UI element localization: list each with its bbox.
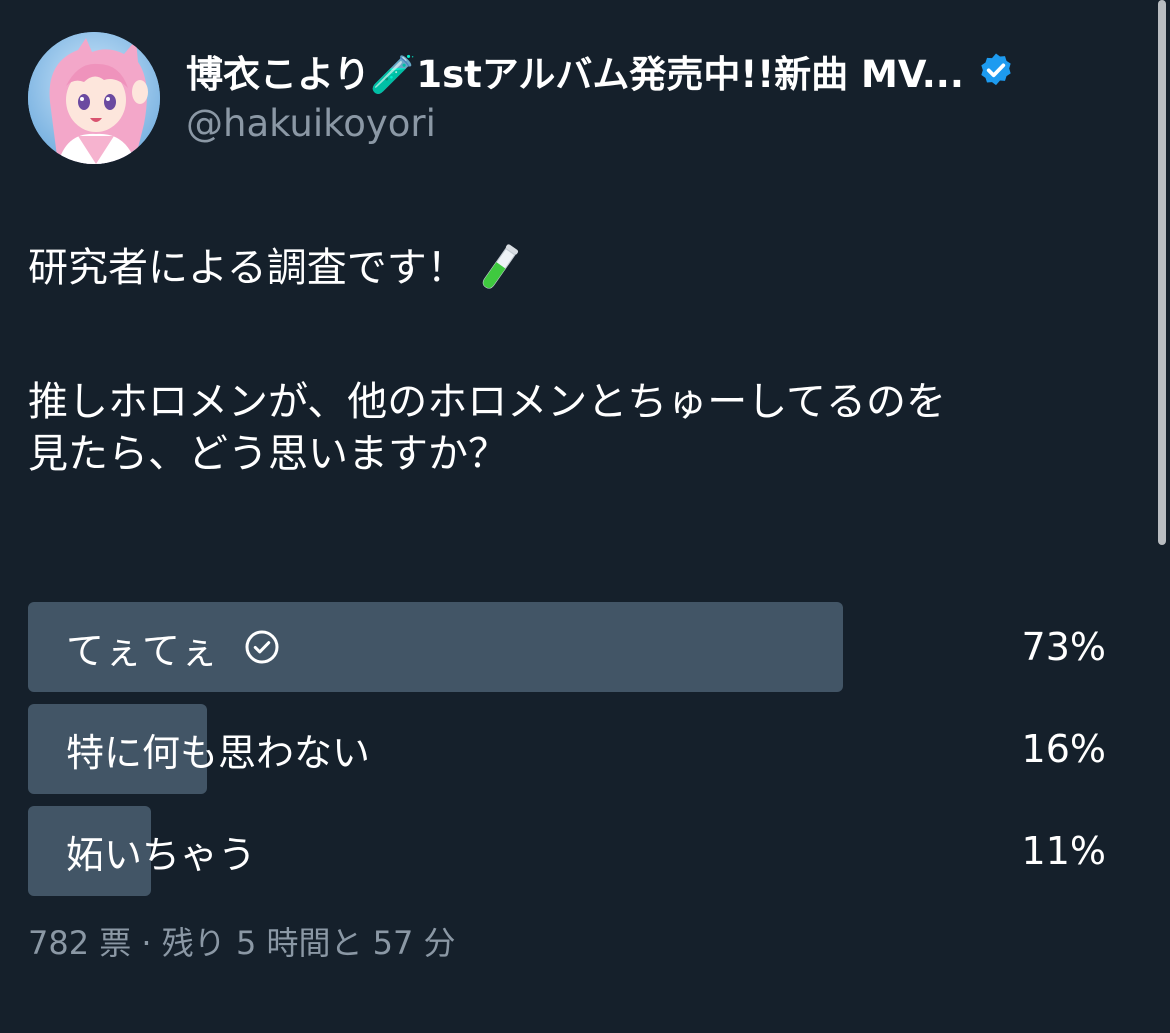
poll-option-label-group: てぇてぇ (66, 602, 280, 692)
poll-option[interactable]: 妬いちゃう 11% (28, 806, 1108, 896)
tweet-text: 研究者による調査です！ 推しホロメンが、他のホロメンとちゅーしてるのを 見たら、… (28, 240, 1138, 480)
poll-option[interactable]: てぇてぇ 73% (28, 602, 1108, 692)
avatar-image (28, 32, 160, 164)
tweet-text-line-3: 見たら、どう思いますか？ (28, 431, 508, 477)
poll-option-percent: 16% (1021, 727, 1106, 771)
poll-meta: 782 票 · 残り 5 時間と 57 分 (28, 924, 456, 962)
avatar[interactable] (28, 32, 160, 164)
poll-option-percent: 11% (1021, 829, 1106, 873)
poll: てぇてぇ 73% 特に何も思わない 16% 妬いちゃう 11% (28, 602, 1108, 908)
tweet-text-line-1: 研究者による調査です！ (28, 240, 1138, 296)
poll-option-label: 特に何も思わない (66, 730, 371, 775)
poll-option-label-group: 妬いちゃう (66, 806, 256, 896)
tweet-text-line-2: 推しホロメンが、他のホロメンとちゅーしてるのを (28, 379, 946, 425)
poll-option-label-group: 特に何も思わない (66, 704, 370, 794)
tweet-text-line-1-text: 研究者による調査です！ (28, 245, 467, 291)
author-block: 博衣こより🧪1stアルバム発売中!!新曲 MV... @hakuikoyori (186, 42, 1126, 145)
poll-option-label: てぇてぇ (66, 628, 219, 673)
display-name[interactable]: 博衣こより🧪1stアルバム発売中!!新曲 MV... (186, 44, 964, 98)
poll-option[interactable]: 特に何も思わない 16% (28, 704, 1108, 794)
author-name-row[interactable]: 博衣こより🧪1stアルバム発売中!!新曲 MV... (186, 42, 1126, 100)
author-handle[interactable]: @hakuikoyori (186, 102, 1126, 145)
test-tube-icon (482, 244, 518, 289)
check-circle-icon (245, 630, 279, 664)
scrollbar[interactable] (1158, 0, 1166, 545)
tweet-text-blank-line (28, 296, 1138, 376)
tweet: 博衣こより🧪1stアルバム発売中!!新曲 MV... @hakuikoyori … (0, 0, 1170, 1033)
poll-option-label: 妬いちゃう (66, 832, 257, 877)
verified-badge-icon (981, 53, 1011, 86)
poll-option-percent: 73% (1021, 625, 1106, 669)
